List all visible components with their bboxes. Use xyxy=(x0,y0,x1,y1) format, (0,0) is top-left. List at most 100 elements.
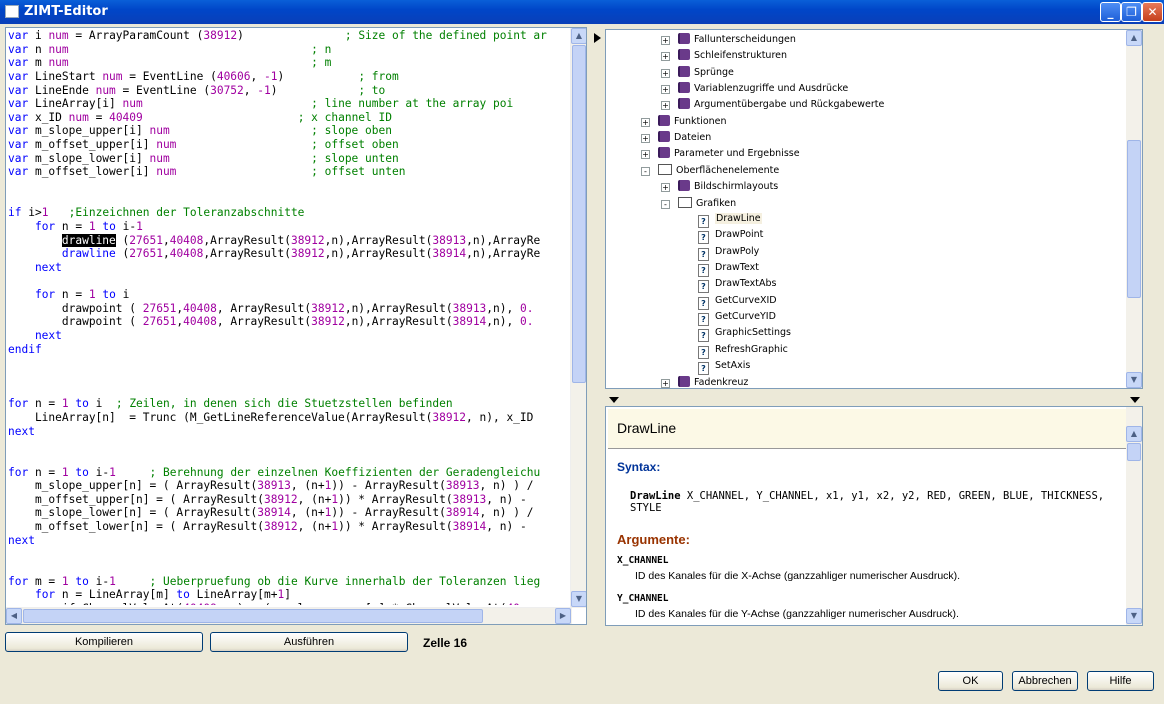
code-line[interactable]: m_offset_lower[n] = ( ArrayResult(38912,… xyxy=(8,520,572,534)
tree-item[interactable]: Variablenzugriffe und Ausdrücke xyxy=(678,82,848,98)
expand-icon[interactable]: + xyxy=(661,52,670,62)
scroll-thumb[interactable] xyxy=(1127,443,1141,461)
run-button[interactable]: Ausführen xyxy=(210,632,408,652)
cancel-button[interactable]: Abbrechen xyxy=(1012,671,1078,691)
code-line[interactable]: var i num = ArrayParamCount (38912) ; Si… xyxy=(8,29,572,43)
scroll-down-icon[interactable]: ▼ xyxy=(571,591,586,607)
code-line[interactable] xyxy=(8,370,572,384)
code-line[interactable]: var m_offset_upper[i] num ; offset oben xyxy=(8,138,572,152)
code-line[interactable]: next xyxy=(8,534,572,548)
tree-item[interactable]: Funktionen xyxy=(658,114,727,131)
code-line[interactable]: var m num ; m xyxy=(8,56,572,70)
minimize-icon[interactable]: _ xyxy=(1100,2,1121,22)
tree-item[interactable]: Dateien xyxy=(658,131,711,147)
tree-item[interactable]: Schleifenstrukturen xyxy=(678,49,787,65)
code-line[interactable] xyxy=(8,179,572,193)
help-button[interactable]: Hilfe xyxy=(1087,671,1154,691)
code-line[interactable]: next xyxy=(8,329,572,343)
scroll-down-icon[interactable]: ▼ xyxy=(1126,372,1142,388)
code-line[interactable]: next xyxy=(8,261,572,275)
code-line[interactable] xyxy=(8,438,572,452)
code-line[interactable]: for n = 1 to i-1 ; Berehnung der einzeln… xyxy=(8,466,572,480)
code-line[interactable]: var LineStart num = EventLine (40606, -1… xyxy=(8,70,572,84)
tree-item[interactable]: ? GetCurveYID xyxy=(698,311,776,327)
expand-icon[interactable]: + xyxy=(641,134,650,144)
expand-icon[interactable]: + xyxy=(661,68,670,78)
expand-icon[interactable]: + xyxy=(641,117,650,127)
scroll-left-icon[interactable]: ◀ xyxy=(6,608,22,624)
tree-item[interactable]: Oberflächenelemente xyxy=(658,163,779,180)
code-line[interactable]: var m_offset_lower[i] num ; offset unten xyxy=(8,165,572,179)
collapse-icon[interactable]: - xyxy=(641,166,650,176)
code-line[interactable]: drawpoint ( 27651,40408, ArrayResult(389… xyxy=(8,302,572,316)
hscroll-thumb[interactable] xyxy=(23,609,483,623)
tree-item[interactable]: ? SetAxis xyxy=(698,360,750,376)
compile-button[interactable]: Kompilieren xyxy=(5,632,203,652)
code-line[interactable]: drawline (27651,40408,ArrayResult(38912,… xyxy=(8,233,572,248)
tree-item[interactable]: ? GraphicSettings xyxy=(698,327,791,343)
code-line[interactable]: if i>1 ;Einzeichnen der Toleranzabschnit… xyxy=(8,206,572,220)
expand-icon[interactable]: + xyxy=(661,101,670,111)
code-line[interactable]: for n = LineArray[m] to LineArray[m+1] xyxy=(8,588,572,602)
scroll-right-icon[interactable]: ▶ xyxy=(555,608,571,624)
code-line[interactable] xyxy=(8,561,572,575)
collapse-arrow-icon[interactable] xyxy=(593,31,605,47)
tree-item[interactable]: Grafiken xyxy=(678,196,736,213)
tree-item[interactable]: Fadenkreuz xyxy=(678,376,748,388)
help-tree[interactable]: Fallunterscheidungen + Schleifenstrukturen… xyxy=(605,29,1143,389)
code-line[interactable]: var x_ID num = 40409 ; x channel ID xyxy=(8,111,572,125)
code-line[interactable]: for n = 1 to i xyxy=(8,288,572,302)
code-line[interactable] xyxy=(8,384,572,398)
code-line[interactable] xyxy=(8,547,572,561)
tree-item[interactable]: Fallunterscheidungen xyxy=(678,33,796,49)
code-editor[interactable]: var i num = ArrayParamCount (38912) ; Si… xyxy=(5,27,587,625)
tree-vertical-scrollbar[interactable]: ▲ ▼ xyxy=(1126,30,1142,388)
code-line[interactable]: for n = 1 to i-1 xyxy=(8,220,572,234)
ok-button[interactable]: OK xyxy=(938,671,1003,691)
expand-icon[interactable]: + xyxy=(661,379,670,388)
editor-horizontal-scrollbar[interactable]: ◀ ▶ xyxy=(6,607,572,624)
tree-item[interactable]: ? RefreshGraphic xyxy=(698,344,788,360)
tree-item[interactable]: ? GetCurveXID xyxy=(698,295,777,311)
editor-vertical-scrollbar[interactable]: ▲ ▼ xyxy=(570,28,586,608)
code-line[interactable]: var m_slope_lower[i] num ; slope unten xyxy=(8,152,572,166)
code-line[interactable]: drawpoint ( 27651,40408, ArrayResult(389… xyxy=(8,315,572,329)
code-line[interactable] xyxy=(8,275,572,289)
expand-icon[interactable]: + xyxy=(641,150,650,160)
horizontal-splitter[interactable] xyxy=(605,394,1143,406)
expand-icon[interactable]: + xyxy=(661,183,670,193)
code-line[interactable]: next xyxy=(8,425,572,439)
scroll-thumb[interactable] xyxy=(1127,140,1141,298)
tree-item[interactable]: Sprünge xyxy=(678,65,734,82)
pane-divider[interactable] xyxy=(591,27,603,625)
tree-item[interactable]: ? DrawTextAbs xyxy=(698,278,777,294)
code-line[interactable]: if ChannelValueAt(40409, n) > ( m_slope_… xyxy=(8,602,572,605)
code-line[interactable]: var m_slope_upper[i] num ; slope oben xyxy=(8,124,572,138)
tree-item[interactable]: Bildschirmlayouts xyxy=(678,180,778,196)
code-line[interactable]: endif xyxy=(8,343,572,357)
expand-icon[interactable]: + xyxy=(661,36,670,45)
scroll-up-icon[interactable]: ▲ xyxy=(1126,426,1142,442)
code-line[interactable]: drawline (27651,40408,ArrayResult(38912,… xyxy=(8,247,572,261)
tree-item[interactable]: Argumentübergabe und Rückgabewerte xyxy=(678,98,884,114)
code-line[interactable]: for n = 1 to i ; Zeilen, in denen sich d… xyxy=(8,397,572,411)
tree-item[interactable]: ? DrawText xyxy=(698,262,759,278)
code-line[interactable]: var n num ; n xyxy=(8,43,572,57)
scroll-down-icon[interactable]: ▼ xyxy=(1126,608,1142,624)
code-line[interactable] xyxy=(8,452,572,466)
tree-item[interactable]: Parameter und Ergebnisse xyxy=(658,147,800,163)
help-vertical-scrollbar[interactable]: ▲ ▼ xyxy=(1126,407,1142,625)
scroll-up-icon[interactable]: ▲ xyxy=(571,28,586,44)
tree-item[interactable]: ? DrawPoint xyxy=(698,229,763,245)
code-line[interactable]: var LineEnde num = EventLine (30752, -1)… xyxy=(8,84,572,98)
code-line[interactable] xyxy=(8,356,572,370)
expand-icon[interactable]: + xyxy=(661,85,670,95)
code-line[interactable]: var LineArray[i] num ; line number at th… xyxy=(8,97,572,111)
collapse-down-icon[interactable] xyxy=(1129,396,1141,404)
tree-item[interactable]: ? DrawLine xyxy=(698,212,762,229)
tree-item[interactable]: ? DrawPoly xyxy=(698,246,759,262)
scroll-up-icon[interactable]: ▲ xyxy=(1126,30,1142,46)
code-line[interactable]: for m = 1 to i-1 ; Ueberpruefung ob die … xyxy=(8,575,572,589)
collapse-down-icon[interactable] xyxy=(608,396,620,404)
code-line[interactable]: LineArray[n] = Trunc (M_GetLineReference… xyxy=(8,411,572,425)
